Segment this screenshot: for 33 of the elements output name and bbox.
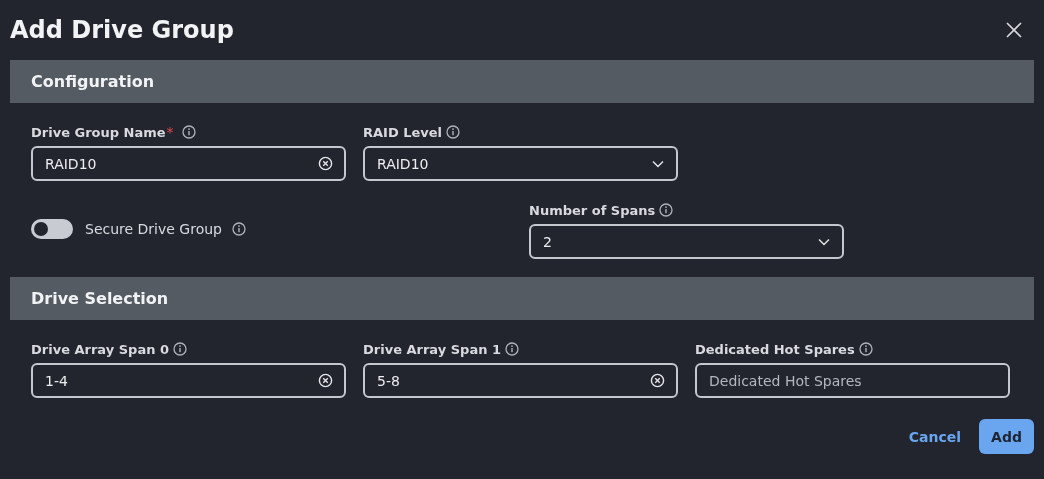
input-field[interactable]: 1-4 [31,363,346,398]
input-field[interactable]: 5-8 [363,363,678,398]
field-label: Drive Array Span 0 [31,341,169,357]
toggle-switch[interactable] [31,219,73,239]
required-mark: * [166,124,174,140]
info-icon[interactable] [659,203,674,217]
field-label: RAID Level [363,124,443,140]
add-button[interactable]: Add [979,419,1034,454]
field-label: Number of Spans [529,202,656,218]
clear-icon[interactable] [318,156,333,171]
select-field[interactable]: RAID10 [363,146,678,181]
dialog-title: Add Drive Group [10,16,234,44]
field-label: Drive Array Span 1 [363,341,501,357]
chevron-down-icon [818,237,830,246]
field-label: Dedicated Hot Spares [695,341,855,357]
info-icon[interactable] [181,125,196,139]
info-icon[interactable] [232,222,246,236]
section-header: Configuration [10,60,1034,103]
select-field[interactable]: 2 [529,224,844,259]
input-field[interactable]: RAID10 [31,146,346,181]
input-field[interactable]: Dedicated Hot Spares [695,363,1010,398]
section-header: Drive Selection [10,277,1034,320]
cancel-button[interactable]: Cancel [904,420,966,453]
clear-icon[interactable] [650,373,665,388]
info-icon[interactable] [173,342,187,356]
info-icon[interactable] [446,125,461,139]
field-label: Drive Group Name [31,124,166,140]
toggle-label: Secure Drive Group [85,221,222,237]
clear-icon[interactable] [318,373,333,388]
info-icon[interactable] [858,342,873,356]
close-icon[interactable] [1006,22,1022,38]
info-icon[interactable] [505,342,519,356]
chevron-down-icon [652,159,664,168]
